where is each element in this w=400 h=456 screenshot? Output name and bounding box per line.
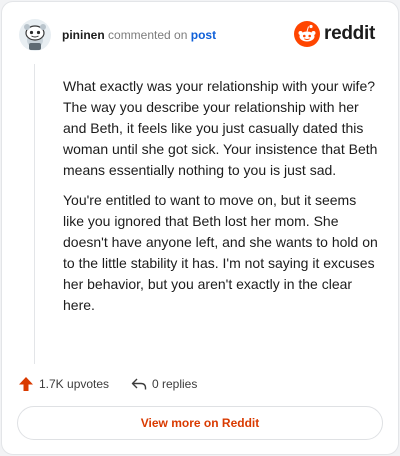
reddit-logo[interactable]: reddit bbox=[294, 20, 384, 48]
comment-body: What exactly was your relationship with … bbox=[63, 76, 381, 325]
snoo-avatar-icon[interactable] bbox=[18, 18, 52, 52]
thread-line bbox=[34, 64, 35, 364]
reply-count: 0 replies bbox=[152, 377, 198, 391]
comment-header: pininen commented on post reddit bbox=[18, 18, 384, 52]
comment-byline: pininen commented on post bbox=[62, 27, 216, 43]
comment-footer: 1.7K upvotes 0 replies bbox=[18, 374, 384, 394]
action-text: commented on bbox=[108, 28, 188, 42]
reddit-logo-icon bbox=[294, 21, 320, 47]
embed-card: pininen commented on post reddit What ex… bbox=[1, 1, 399, 455]
post-link[interactable]: post bbox=[191, 28, 216, 42]
username[interactable]: pininen bbox=[62, 28, 105, 42]
reply-arrow-icon bbox=[131, 377, 147, 391]
upvote-count: 1.7K upvotes bbox=[39, 377, 110, 391]
reddit-wordmark: reddit bbox=[324, 23, 375, 44]
view-more-button[interactable]: View more on Reddit bbox=[17, 406, 383, 440]
upvote-arrow-icon bbox=[18, 376, 34, 392]
comment-paragraph: What exactly was your relationship with … bbox=[63, 78, 378, 178]
comment-paragraph: You're entitled to want to move on, but … bbox=[63, 192, 378, 313]
